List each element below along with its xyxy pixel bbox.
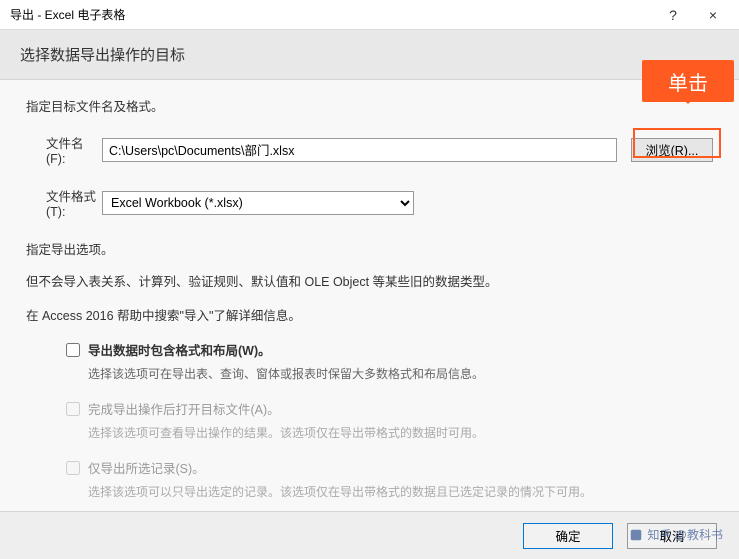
fileformat-select[interactable]: Excel Workbook (*.xlsx) xyxy=(102,191,414,215)
titlebar: 导出 - Excel 电子表格 ? × xyxy=(0,0,739,30)
content-area: 指定目标文件名及格式。 文件名(F): 浏览(R)... 文件格式(T): Ex… xyxy=(0,80,739,520)
browse-button[interactable]: 浏览(R)... xyxy=(631,138,713,162)
help-button[interactable]: ? xyxy=(653,7,693,23)
option-2: 完成导出操作后打开目标文件(A)。 选择该选项可查看导出操作的结果。该选项仅在导… xyxy=(66,399,713,442)
option-3-label: 仅导出所选记录(S)。 xyxy=(88,458,205,477)
option-3-checkbox xyxy=(66,461,80,475)
ok-button[interactable]: 确定 xyxy=(523,523,613,549)
option-1-desc: 选择该选项可在导出表、查询、窗体或报表时保留大多数格式和布局信息。 xyxy=(88,365,713,383)
export-options-label: 指定导出选项。 xyxy=(26,239,713,258)
option-1-checkbox[interactable] xyxy=(66,343,80,357)
note-2: 在 Access 2016 帮助中搜索"导入"了解详细信息。 xyxy=(26,306,713,326)
fileformat-label: 文件格式(T): xyxy=(26,186,102,219)
option-3-desc: 选择该选项可以只导出选定的记录。该选项仅在导出带格式的数据且已选定记录的情况下可… xyxy=(88,483,713,501)
option-3: 仅导出所选记录(S)。 选择该选项可以只导出选定的记录。该选项仅在导出带格式的数… xyxy=(66,458,713,501)
spec-target-label: 指定目标文件名及格式。 xyxy=(26,96,713,115)
fileformat-row: 文件格式(T): Excel Workbook (*.xlsx) xyxy=(26,186,713,219)
option-1-label: 导出数据时包含格式和布局(W)。 xyxy=(88,340,271,359)
note-1: 但不会导入表关系、计算列、验证规则、默认值和 OLE Object 等某些旧的数… xyxy=(26,272,713,292)
callout-annotation: 单击 xyxy=(642,60,734,102)
filename-label: 文件名(F): xyxy=(26,133,102,166)
option-2-checkbox xyxy=(66,402,80,416)
option-1: 导出数据时包含格式和布局(W)。 选择该选项可在导出表、查询、窗体或报表时保留大… xyxy=(66,340,713,383)
filename-input[interactable] xyxy=(102,138,617,162)
option-2-desc: 选择该选项可查看导出操作的结果。该选项仅在导出带格式的数据时可用。 xyxy=(88,424,713,442)
close-button[interactable]: × xyxy=(693,7,733,23)
dialog-header: 选择数据导出操作的目标 xyxy=(0,30,739,80)
window-title: 导出 - Excel 电子表格 xyxy=(10,6,653,23)
option-2-label: 完成导出操作后打开目标文件(A)。 xyxy=(88,399,280,418)
filename-row: 文件名(F): 浏览(R)... xyxy=(26,133,713,166)
cancel-button[interactable]: 取消 xyxy=(627,523,717,549)
dialog-footer: 确定 取消 xyxy=(0,511,739,559)
